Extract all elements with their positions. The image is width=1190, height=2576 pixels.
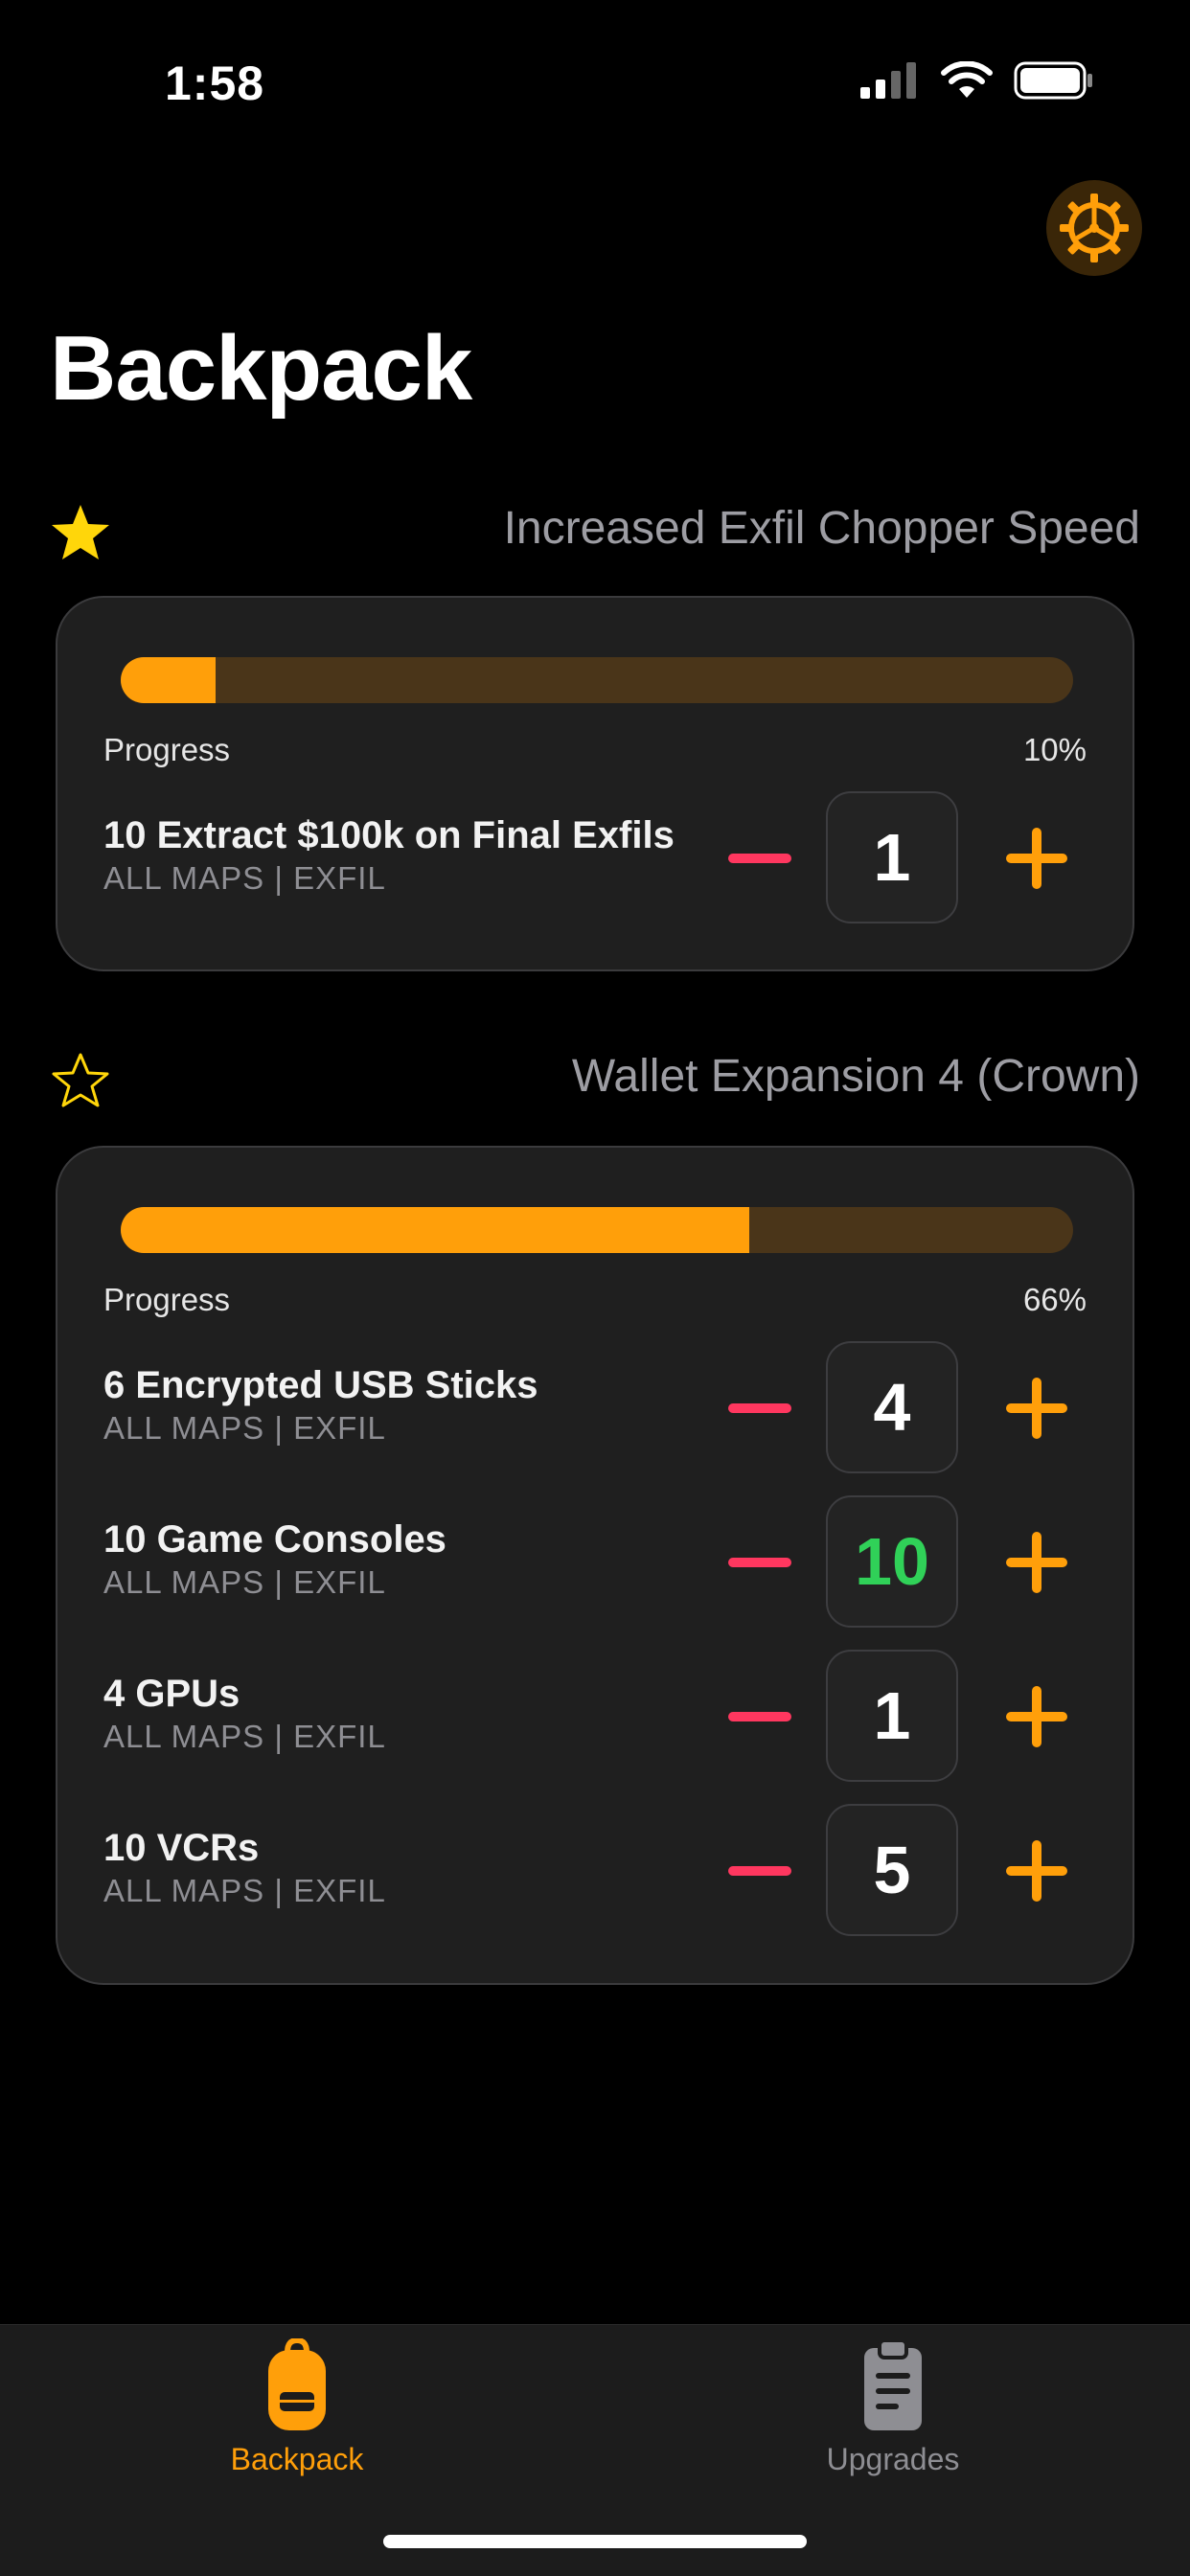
task-row: 4 GPUs ALL MAPS | EXFIL 1	[57, 1650, 1133, 1784]
task-subtitle: ALL MAPS | EXFIL	[103, 1564, 386, 1600]
progress-bar	[121, 657, 1073, 703]
gear-icon	[1060, 194, 1129, 262]
task-subtitle: ALL MAPS | EXFIL	[103, 860, 386, 896]
increment-button[interactable]	[998, 820, 1075, 897]
decrement-button[interactable]	[717, 1678, 803, 1755]
task-row: 10 Game Consoles ALL MAPS | EXFIL 10	[57, 1495, 1133, 1630]
task-title: 10 Extract $100k on Final Exfils	[103, 814, 675, 856]
task-title: 4 GPUs	[103, 1673, 240, 1715]
task-count: 5	[826, 1804, 958, 1936]
status-time: 1:58	[165, 57, 265, 110]
increment-button[interactable]	[998, 1524, 1075, 1601]
status-icons	[860, 61, 1094, 100]
status-bar: 1:58	[0, 0, 1190, 144]
task-subtitle: ALL MAPS | EXFIL	[103, 1719, 386, 1754]
increment-button[interactable]	[998, 1678, 1075, 1755]
minus-icon	[728, 1558, 791, 1567]
cellular-signal-icon	[860, 62, 916, 99]
wifi-icon	[941, 61, 993, 98]
minus-icon	[728, 854, 791, 863]
home-indicator	[383, 2535, 807, 2548]
progress-fill	[121, 657, 217, 703]
minus-icon	[728, 1712, 791, 1721]
decrement-button[interactable]	[717, 1524, 803, 1601]
task-title: 10 VCRs	[103, 1827, 260, 1869]
decrement-button[interactable]	[717, 1370, 803, 1447]
task-count: 1	[826, 791, 958, 923]
section-header-wallet-expansion: Wallet Expansion 4 (Crown)	[50, 1040, 1140, 1117]
task-subtitle: ALL MAPS | EXFIL	[103, 1410, 386, 1446]
minus-icon	[728, 1866, 791, 1876]
tab-backpack[interactable]: Backpack	[153, 2338, 441, 2482]
task-count: 4	[826, 1341, 958, 1473]
settings-button[interactable]	[1046, 180, 1142, 276]
battery-icon	[1014, 61, 1092, 100]
task-row: 6 Encrypted USB Sticks ALL MAPS | EXFIL …	[57, 1341, 1133, 1475]
section-header-exfil-chopper: Increased Exfil Chopper Speed	[50, 492, 1140, 569]
tab-upgrades[interactable]: Upgrades	[749, 2338, 1037, 2482]
backpack-icon	[268, 2338, 326, 2430]
task-row: 10 VCRs ALL MAPS | EXFIL 5	[57, 1804, 1133, 1938]
minus-icon	[728, 1403, 791, 1413]
star-filled-icon[interactable]	[50, 502, 111, 563]
page-title: Backpack	[50, 317, 472, 420]
increment-button[interactable]	[998, 1833, 1075, 1909]
progress-percent: 10%	[1022, 732, 1087, 767]
task-row: 10 Extract $100k on Final Exfils ALL MAP…	[57, 791, 1133, 925]
progress-percent: 66%	[1022, 1282, 1087, 1317]
section-title: Increased Exfil Chopper Speed	[503, 503, 1140, 554]
clipboard-icon	[864, 2338, 922, 2430]
section-title: Wallet Expansion 4 (Crown)	[571, 1051, 1140, 1102]
task-title: 10 Game Consoles	[103, 1518, 446, 1561]
task-subtitle: ALL MAPS | EXFIL	[103, 1873, 386, 1908]
progress-bar	[121, 1207, 1073, 1253]
progress-fill	[121, 1207, 750, 1253]
tab-label: Backpack	[230, 2442, 364, 2476]
decrement-button[interactable]	[717, 1833, 803, 1909]
increment-button[interactable]	[998, 1370, 1075, 1447]
star-outline-icon[interactable]	[50, 1050, 111, 1111]
tab-label: Upgrades	[826, 2442, 960, 2476]
decrement-button[interactable]	[717, 820, 803, 897]
task-count: 1	[826, 1650, 958, 1782]
task-count: 10	[826, 1495, 958, 1628]
upgrade-card: Progress 66% 6 Encrypted USB Sticks ALL …	[56, 1146, 1134, 1985]
progress-label: Progress	[103, 732, 231, 767]
upgrade-card: Progress 10% 10 Extract $100k on Final E…	[56, 596, 1134, 971]
progress-label: Progress	[103, 1282, 231, 1317]
task-title: 6 Encrypted USB Sticks	[103, 1364, 538, 1406]
